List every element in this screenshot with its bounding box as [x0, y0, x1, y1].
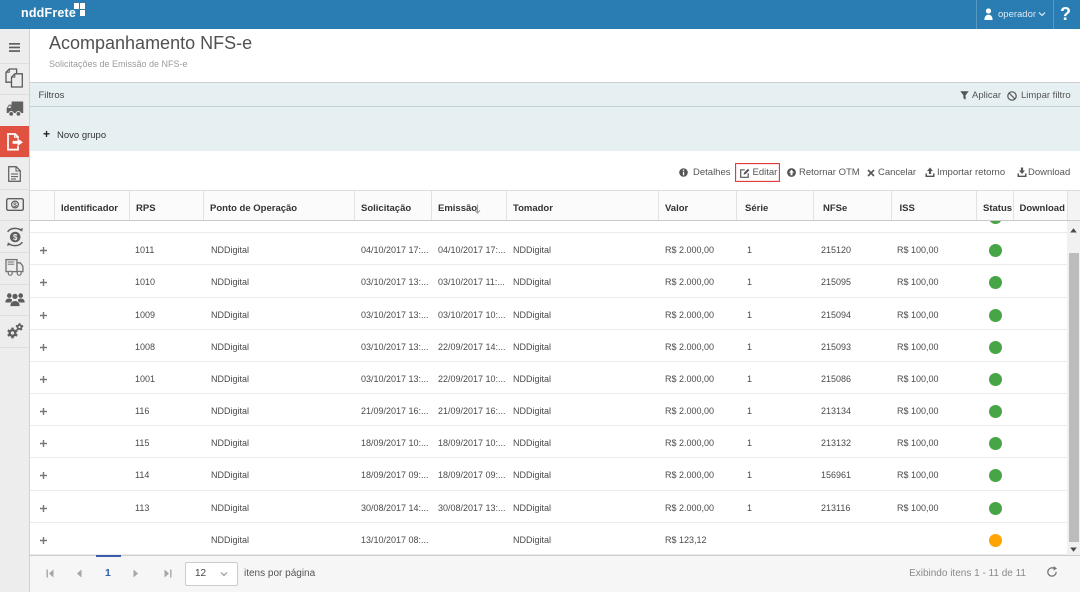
svg-text:$: $ [12, 232, 17, 241]
svg-text:$: $ [13, 202, 17, 209]
